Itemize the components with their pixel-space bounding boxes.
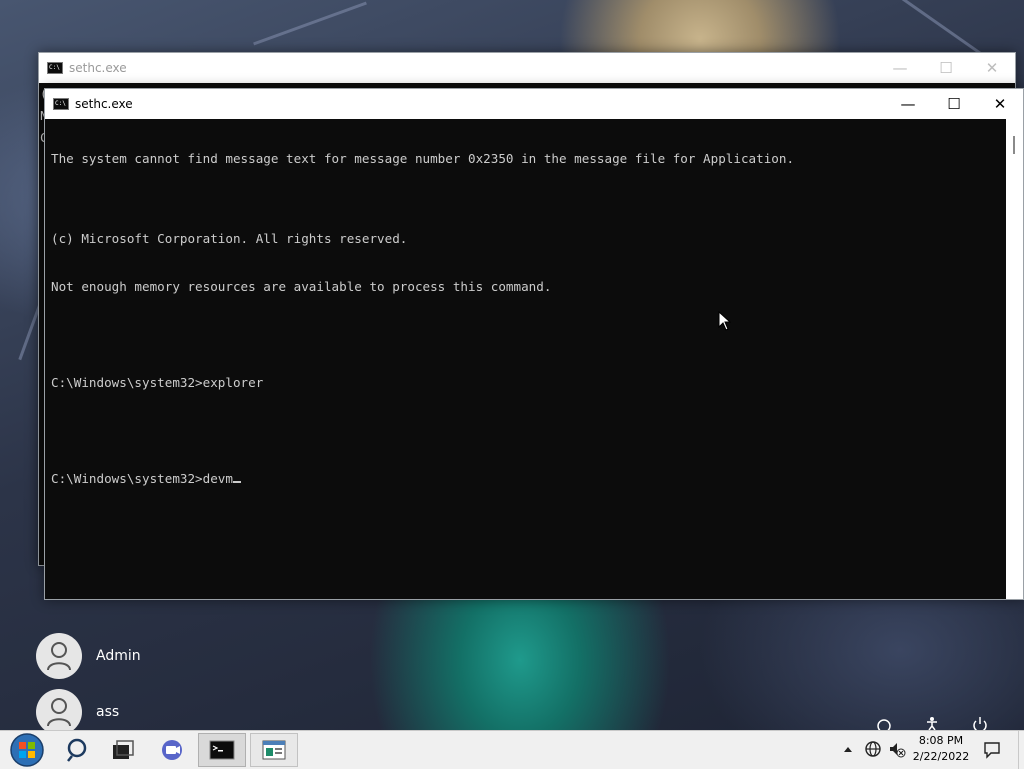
cmd-icon xyxy=(53,98,69,110)
user-tile-ass[interactable]: ass xyxy=(36,689,119,735)
minimize-button[interactable]: — xyxy=(885,89,931,119)
user-name: Admin xyxy=(96,648,141,664)
task-view-icon xyxy=(113,740,134,759)
network-globe-icon[interactable] xyxy=(864,740,882,758)
window-title: sethc.exe xyxy=(75,97,133,111)
text-cursor xyxy=(232,481,241,483)
scrollbar-thumb[interactable] xyxy=(1013,136,1015,154)
maximize-button[interactable]: ☐ xyxy=(923,53,969,83)
close-button[interactable]: ✕ xyxy=(977,89,1023,119)
console-line: C:\Windows\system32>explorer xyxy=(51,375,264,390)
clock-date[interactable]: 2/22/2022 xyxy=(908,750,974,763)
maximize-button[interactable]: ☐ xyxy=(931,89,977,119)
user-avatar-icon xyxy=(36,633,82,679)
start-button[interactable] xyxy=(4,733,50,767)
console-window[interactable]: sethc.exe — ☐ ✕ The system cannot find m… xyxy=(44,88,1024,600)
cmd-icon xyxy=(47,62,63,74)
user-avatar-icon xyxy=(36,689,82,735)
taskbar-app-button[interactable] xyxy=(250,733,298,767)
volume-muted-icon[interactable] xyxy=(888,740,906,758)
notifications-icon[interactable] xyxy=(983,741,1001,759)
minimize-button[interactable]: — xyxy=(877,53,923,83)
network-icon[interactable] xyxy=(876,718,892,730)
back-window-title: sethc.exe xyxy=(69,61,127,75)
meet-now-button[interactable] xyxy=(151,733,197,767)
console-line: (c) Microsoft Corporation. All rights re… xyxy=(51,231,408,246)
mouse-pointer-icon xyxy=(718,311,732,331)
console-prompt: C:\Windows\system32>devm xyxy=(51,471,233,486)
user-tile-admin[interactable]: Admin xyxy=(36,633,141,679)
user-name: ass xyxy=(96,704,120,720)
back-window-titlebar[interactable]: sethc.exe — ☐ ✕ xyxy=(39,53,1015,83)
task-view-button[interactable] xyxy=(101,733,147,767)
video-camera-icon xyxy=(162,740,182,760)
console-output[interactable]: The system cannot find message text for … xyxy=(45,119,1006,599)
window-titlebar[interactable]: sethc.exe — ☐ ✕ xyxy=(45,89,1023,119)
console-prompt-line[interactable]: C:\Windows\system32>devm xyxy=(51,471,1006,487)
vertical-scrollbar[interactable] xyxy=(1006,119,1023,599)
power-icon[interactable] xyxy=(972,716,988,730)
taskbar-command-prompt[interactable] xyxy=(198,733,246,767)
cmd-icon xyxy=(209,740,235,760)
windows-logo-icon xyxy=(10,733,44,767)
search-icon xyxy=(67,738,87,762)
clock-time[interactable]: 8:08 PM xyxy=(908,734,974,747)
accessibility-icon[interactable] xyxy=(925,716,939,730)
console-line: Not enough memory resources are availabl… xyxy=(51,279,552,294)
console-line: The system cannot find message text for … xyxy=(51,151,795,166)
show-hidden-icons-icon[interactable] xyxy=(843,745,853,753)
show-desktop-button[interactable] xyxy=(1018,731,1024,769)
taskbar: 8:08 PM 2/22/2022 xyxy=(0,730,1024,769)
app-window-icon xyxy=(262,740,286,760)
close-button[interactable]: ✕ xyxy=(969,53,1015,83)
search-button[interactable] xyxy=(55,733,101,767)
